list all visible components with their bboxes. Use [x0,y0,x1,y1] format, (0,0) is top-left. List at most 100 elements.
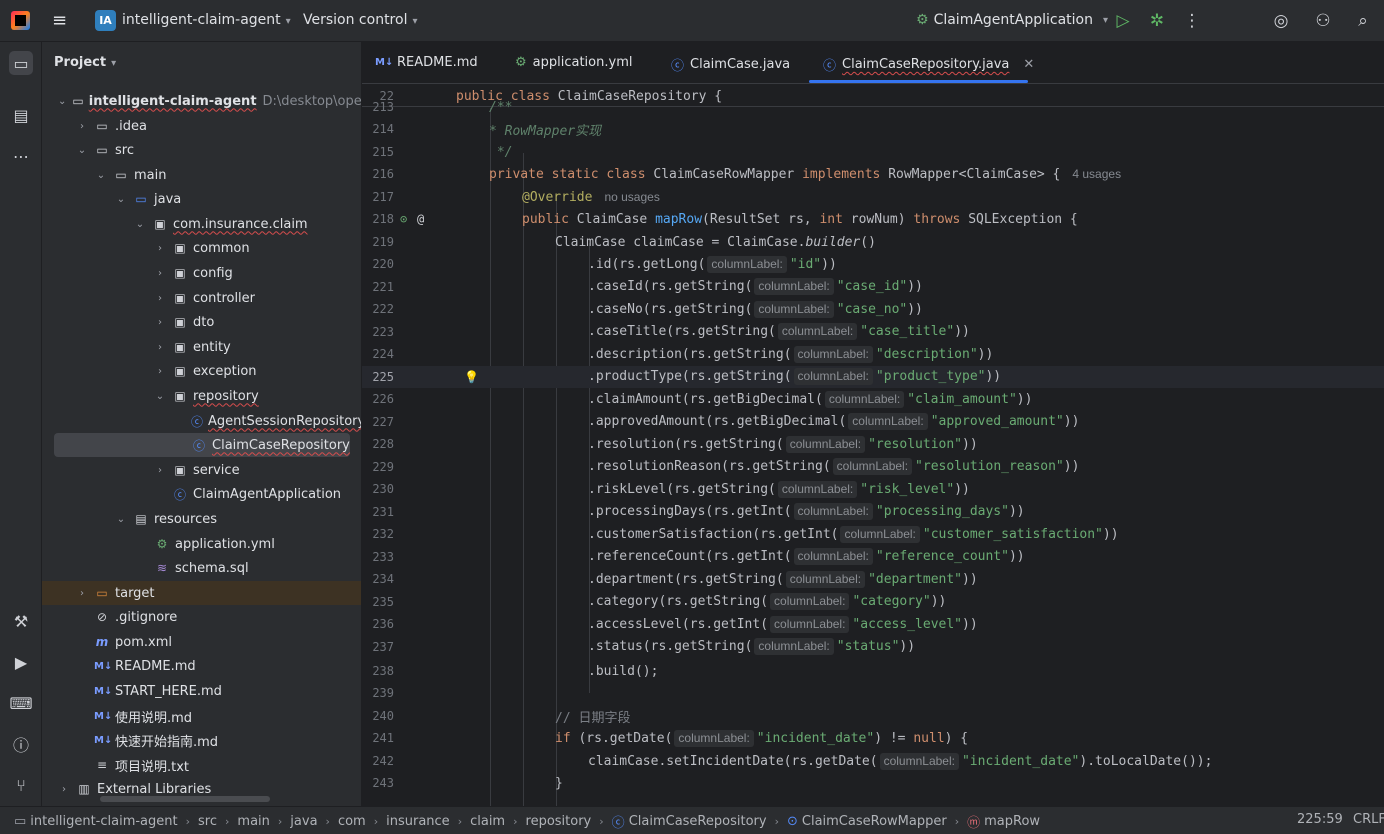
tree-item-repository[interactable]: ⌄ ▣ repository [42,384,361,408]
run-configuration-selector[interactable]: ⚙ ClaimAgentApplication ▾ [916,12,1108,28]
add-user-icon[interactable]: ⚇ [1312,10,1334,32]
chevron-down-icon[interactable]: ⌄ [154,391,166,402]
tree-item-entity[interactable]: › ▣ entity [42,335,361,359]
tree-item-gitignore[interactable]: ⊘ .gitignore [42,605,361,629]
tree-item-main[interactable]: ⌄ ▭ main [42,163,361,187]
chevron-right-icon: › [225,815,230,828]
project-selector[interactable]: intelligent-claim-agent ▾ [122,12,291,28]
tab-application-yml[interactable]: ⚙ application.yml [515,55,632,70]
chevron-right-icon[interactable]: › [154,243,166,254]
tree-item-common[interactable]: › ▣ common [42,236,361,260]
breadcrumb-item[interactable]: insurance [386,814,450,829]
code-line: @Override no usages [522,189,660,205]
at-marker-icon[interactable]: @ [417,212,424,226]
chevron-right-icon[interactable]: › [58,784,70,795]
tree-item-usage-guide[interactable]: M↓ 使用说明.md [42,704,361,728]
breadcrumb-item[interactable]: main [237,814,269,829]
more-tools-icon[interactable]: ⋯ [9,144,33,168]
chevron-right-icon[interactable]: › [154,317,166,328]
chevron-down-icon[interactable]: ⌄ [58,96,66,107]
column-name: "approved_amount" [930,414,1064,430]
line-number: 240 [372,709,394,724]
tree-item-pom-xml[interactable]: m pom.xml [42,630,361,654]
tree-item-src[interactable]: ⌄ ▭ src [42,138,361,162]
tree-item-dto[interactable]: › ▣ dto [42,310,361,334]
tree-item-agent-session-repository[interactable]: ⓒ AgentSessionRepository [42,409,361,433]
tree-item-project-root[interactable]: ⌄ ▭ intelligent-claim-agent D:\desktop\open… [42,89,361,113]
breadcrumb-item[interactable]: ▭ intelligent-claim-agent [14,814,178,829]
column-name: "resolution" [868,436,962,452]
usages-hint[interactable]: no usages [604,190,659,204]
chevron-down-icon[interactable]: ⌄ [95,170,107,181]
chevron-right-icon[interactable]: › [154,366,166,377]
breadcrumb-item[interactable]: ⊙ ClaimCaseRowMapper [787,814,947,829]
tree-item-claim-agent-application[interactable]: ⓒ ClaimAgentApplication [42,482,361,506]
terminal-icon[interactable]: ⌨ [9,691,33,715]
tree-item-exception[interactable]: › ▣ exception [42,359,361,383]
tree-item-package[interactable]: ⌄ ▣ com.insurance.claim [42,212,361,236]
tree-item-java[interactable]: ⌄ ▭ java [42,187,361,211]
debug-icon[interactable]: ✲ [1146,10,1168,32]
tree-item-config[interactable]: › ▣ config [42,261,361,285]
chevron-down-icon[interactable]: ⌄ [134,219,146,230]
tree-item-target[interactable]: › ▭ target [42,581,361,605]
project-folder-icon[interactable]: ▭ [9,51,33,75]
breadcrumb-item[interactable]: src [198,814,217,829]
tree-item-service[interactable]: › ▣ service [42,458,361,482]
line-ending[interactable]: CRLF [1353,812,1384,827]
lightbulb-icon[interactable]: 💡 [464,370,479,384]
chevron-right-icon[interactable]: › [154,342,166,353]
cursor-position[interactable]: 225:59 [1297,812,1343,827]
tree-item-controller[interactable]: › ▣ controller [42,286,361,310]
build-hammer-icon[interactable]: ⚒ [9,609,33,633]
breadcrumb-item[interactable]: java [290,814,317,829]
parameter-hint: columnLabel: [793,548,873,566]
tree-item-idea[interactable]: › ▭ .idea [42,114,361,138]
chevron-right-icon[interactable]: › [76,588,88,599]
search-icon[interactable]: ⌕ [1352,10,1374,32]
services-icon[interactable]: ▶ [9,650,33,674]
chevron-down-icon[interactable]: ⌄ [115,194,127,205]
close-icon[interactable]: ✕ [1023,57,1034,72]
override-marker-icon[interactable]: ⊙ [400,212,407,226]
breadcrumb-item[interactable]: com [338,814,366,829]
run-icon[interactable]: ▷ [1112,10,1134,32]
chevron-right-icon[interactable]: › [154,268,166,279]
column-name: "risk_level" [860,481,955,497]
tree-item-resources[interactable]: ⌄ ▤ resources [42,507,361,531]
structure-icon[interactable]: ▤ [9,103,33,127]
breadcrumb-item[interactable]: ⓜ mapRow [967,812,1040,831]
tab-readme[interactable]: M↓ README.md [375,55,478,70]
version-control-menu[interactable]: Version control ▾ [303,12,418,28]
builder-call: .riskLevel(rs.getString(columnLabel: "ris… [588,480,970,498]
problems-icon[interactable]: ⓘ [9,732,33,756]
tree-item-readme[interactable]: M↓ README.md [42,654,361,678]
tree-item-application-yml[interactable]: ⚙ application.yml [42,532,361,556]
tab-claim-case-java[interactable]: ⓒ ClaimCase.java [671,55,790,74]
main-menu-icon[interactable]: ≡ [52,12,69,30]
chevron-right-icon[interactable]: › [154,465,166,476]
vcs-label: Version control [303,12,408,28]
chevron-right-icon[interactable]: › [76,121,88,132]
tree-item-project-notes[interactable]: ≡ 项目说明.txt [42,753,361,777]
tree-item-start-here[interactable]: M↓ START_HERE.md [42,679,361,703]
intellij-logo-icon[interactable] [11,11,30,30]
breadcrumb-item[interactable]: claim [470,814,505,829]
project-badge[interactable]: IA [95,10,116,31]
code-area[interactable]: 213 /** 214 * RowMapper实现 215 */ 216 privat… [362,100,1384,806]
chevron-right-icon[interactable]: › [154,293,166,304]
ai-assistant-icon[interactable]: ◎ [1270,10,1292,32]
git-branch-icon[interactable]: ⑂ [9,773,33,797]
tab-claim-case-repository-java[interactable]: ⓒ ClaimCaseRepository.java ✕ [823,55,1034,74]
tree-item-schema-sql[interactable]: ≋ schema.sql [42,556,361,580]
more-actions-icon[interactable]: ⋮ [1181,10,1203,32]
project-panel-title[interactable]: Project ▾ [54,55,116,70]
breadcrumb-item[interactable]: ⓒ ClaimCaseRepository [612,812,767,831]
tree-item-claim-case-repository[interactable]: ⓒ ClaimCaseRepository [54,433,350,457]
chevron-down-icon[interactable]: ⌄ [115,514,127,525]
usages-hint[interactable]: 4 usages [1072,167,1121,181]
chevron-down-icon[interactable]: ⌄ [76,145,88,156]
horizontal-scrollbar[interactable] [100,796,270,802]
tree-item-quick-start[interactable]: M↓ 快速开始指南.md [42,728,361,752]
breadcrumb-item[interactable]: repository [526,814,592,829]
